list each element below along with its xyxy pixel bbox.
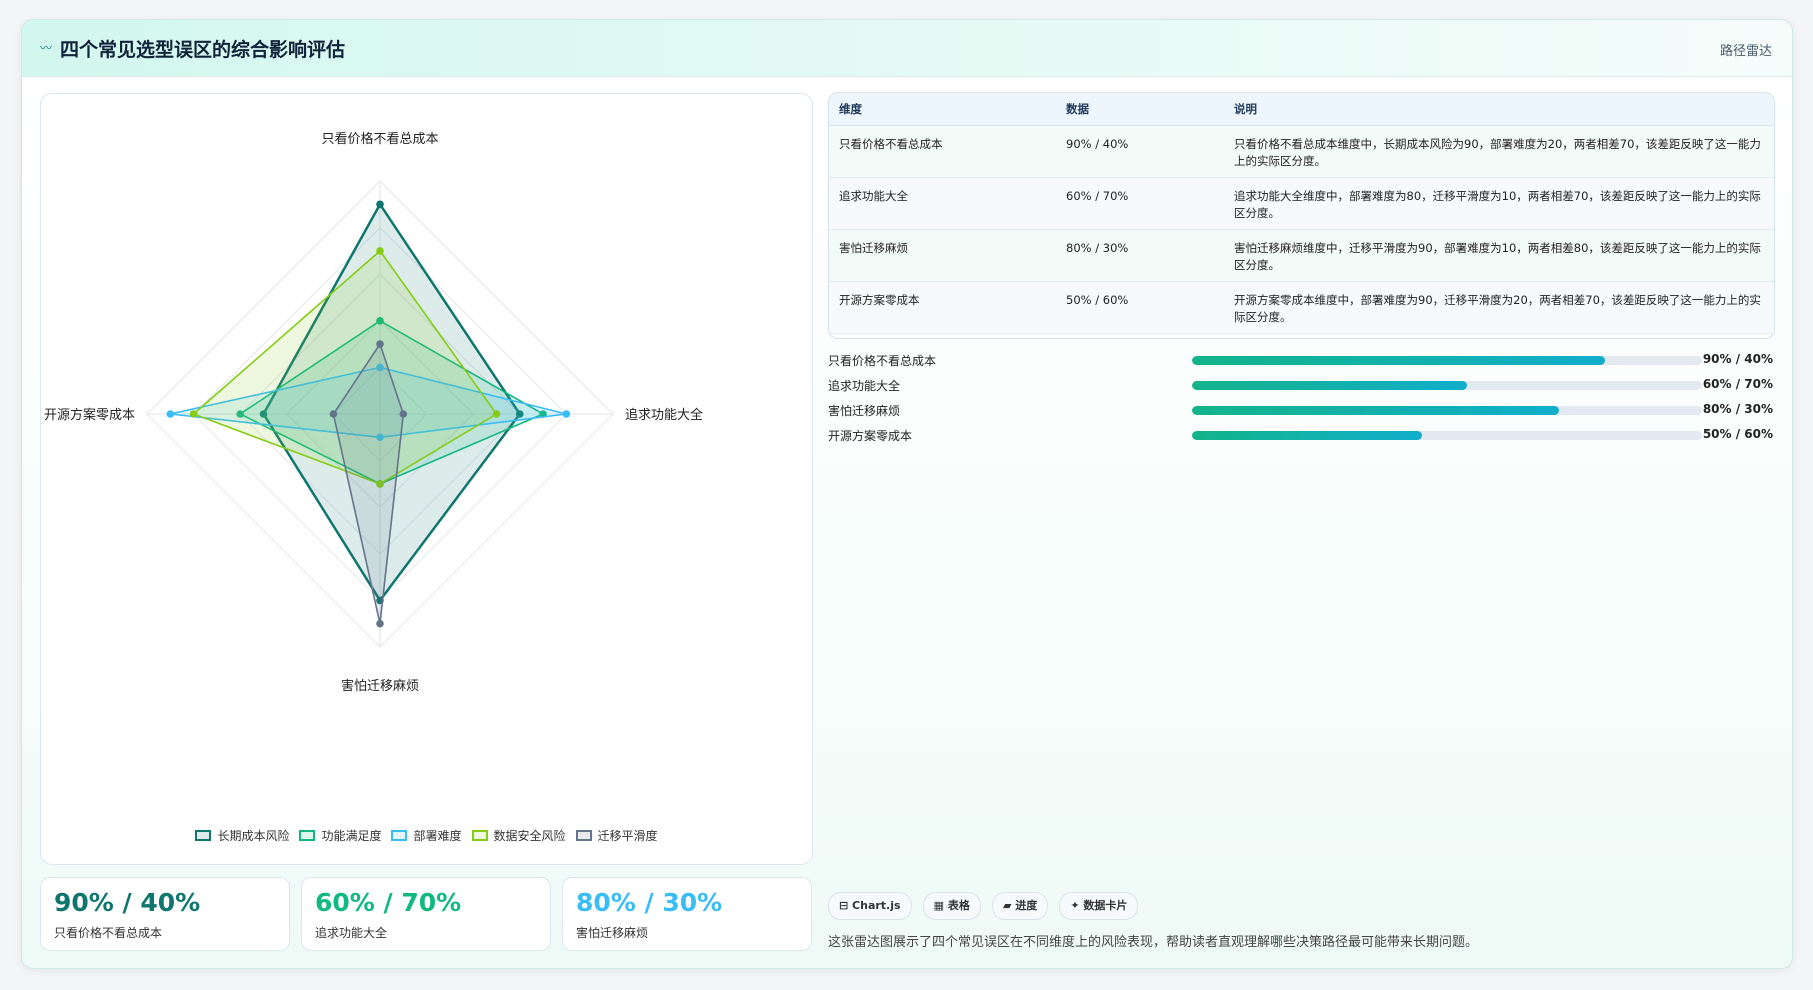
progress-label: 开源方案零成本	[828, 429, 913, 443]
data-point	[166, 410, 175, 418]
stat-label: 追求功能大全	[315, 926, 388, 940]
column-header: 说明	[1224, 93, 1774, 126]
data-point	[399, 410, 408, 418]
legend-item[interactable]: 数据安全风险	[471, 827, 566, 844]
cell-dimension: 只看价格不看总成本	[829, 125, 1056, 178]
cell-note: 害怕迁移麻烦维度中，迁移平滑度为90，部署难度为10，两者相差80，该差距反映了…	[1224, 229, 1774, 282]
radar-chart: 只看价格不看总成本追求功能大全害怕迁移麻烦 开源方案零成本	[44, 131, 703, 694]
header-tag: 路径雷达	[1719, 44, 1772, 59]
progress-list: 只看价格不看总成本 90% / 40% 追求功能大全 60% / 70% 害怕迁…	[828, 349, 1773, 449]
progress-value: 60% / 70%	[1702, 377, 1773, 391]
progress-track	[1192, 406, 1702, 415]
cell-dimension: 追求功能大全	[829, 177, 1056, 230]
axis-label: 只看价格不看总成本	[321, 131, 438, 147]
tech-chips: ⊟ Chart.js ▦ 表格 ▰ 进度 ✦ 数据卡片	[828, 892, 1144, 920]
data-point	[492, 410, 501, 418]
cell-note: 追求功能大全维度中，部署难度为80，迁移平滑度为10，两者相差70，该差距反映了…	[1224, 177, 1774, 230]
progress-row: 开源方案零成本 50% / 60%	[828, 424, 1773, 449]
progress-row: 害怕迁移麻烦 80% / 30%	[828, 399, 1773, 424]
chart-legend: 长期成本风险 功能满足度 部署难度 数据安全风险 迁移平滑度	[41, 827, 812, 844]
legend-swatch	[299, 830, 316, 841]
legend-item[interactable]: 部署难度	[391, 827, 462, 844]
legend-item[interactable]: 迁移平滑度	[575, 827, 658, 844]
cell-data: 50% / 60%	[1056, 281, 1224, 334]
progress-value: 50% / 60%	[1702, 427, 1773, 441]
legend-swatch	[471, 830, 488, 841]
cell-dimension: 开源方案零成本	[829, 281, 1056, 334]
wave-icon: 〰	[40, 41, 53, 55]
column-header: 维度	[829, 93, 1056, 126]
stat-label: 只看价格不看总成本	[54, 926, 163, 940]
chip-data-card[interactable]: ✦ 数据卡片	[1059, 892, 1139, 920]
table-row: 开源方案零成本 50% / 60% 开源方案零成本维度中，部署难度为90，迁移平…	[829, 281, 1774, 334]
legend-label: 长期成本风险	[217, 829, 290, 843]
legend-swatch	[195, 830, 212, 841]
progress-value: 80% / 30%	[1702, 402, 1773, 416]
data-table: 维度 数据 说明 只看价格不看总成本 90% / 40% 只看价格不看总成本维度…	[828, 92, 1775, 339]
progress-track	[1192, 381, 1702, 390]
data-point	[376, 619, 384, 628]
cell-note: 开源方案零成本维度中，部署难度为90，迁移平滑度为20，两者相差70，该差距反映…	[1224, 281, 1774, 334]
legend-label: 部署难度	[413, 829, 462, 843]
table-row: 害怕迁移麻烦 80% / 30% 害怕迁移麻烦维度中，迁移平滑度为90，部署难度…	[829, 229, 1774, 282]
stat-value: 60% / 70%	[315, 888, 462, 917]
stat-card: 60% / 70% 追求功能大全	[301, 877, 551, 951]
stat-value: 80% / 30%	[576, 888, 723, 917]
card-title: 四个常见选型误区的综合影响评估	[60, 39, 346, 61]
progress-fill	[1192, 381, 1468, 390]
data-point	[562, 410, 571, 418]
progress-track	[1192, 431, 1702, 440]
progress-label: 害怕迁移麻烦	[828, 404, 901, 418]
dashboard-card: 〰 四个常见选型误区的综合影响评估 路径雷达 只看价格不看总成本 追求功能大全 害怕…	[21, 19, 1793, 969]
progress-value: 90% / 40%	[1702, 352, 1773, 366]
progress-fill	[1192, 431, 1422, 440]
cell-dimension: 害怕迁移麻烦	[829, 229, 1056, 282]
table-row: 追求功能大全 60% / 70% 追求功能大全维度中，部署难度为80，迁移平滑度…	[829, 177, 1774, 230]
progress-track	[1192, 356, 1702, 365]
table-row: 只看价格不看总成本 90% / 40% 只看价格不看总成本维度中，长期成本风险为…	[829, 125, 1774, 178]
stat-card: 80% / 30% 害怕迁移麻烦	[562, 877, 812, 951]
data-point	[329, 410, 338, 418]
progress-label: 只看价格不看总成本	[828, 354, 937, 368]
stat-card: 90% / 40% 只看价格不看总成本	[40, 877, 290, 951]
stat-label: 害怕迁移麻烦	[576, 926, 649, 940]
data-point	[189, 410, 198, 418]
progress-row: 只看价格不看总成本 90% / 40%	[828, 349, 1773, 374]
legend-label: 数据安全风险	[493, 829, 566, 843]
axis-label: 害怕迁移麻烦	[341, 678, 419, 694]
chip-progress[interactable]: ▰ 进度	[991, 892, 1049, 920]
data-point	[376, 247, 384, 255]
progress-fill	[1192, 406, 1560, 415]
chip-chartjs[interactable]: ⊟ Chart.js	[828, 892, 912, 920]
progress-fill	[1192, 356, 1606, 365]
cell-note: 只看价格不看总成本维度中，长期成本风险为90，部署难度为20，两者相差70，该差…	[1224, 125, 1774, 178]
column-header: 数据	[1056, 93, 1224, 126]
cell-data: 80% / 30%	[1056, 229, 1224, 282]
legend-label: 迁移平滑度	[597, 829, 658, 843]
stat-value: 90% / 40%	[54, 888, 201, 917]
legend-item[interactable]: 长期成本风险	[195, 827, 289, 844]
data-point	[376, 200, 384, 209]
legend-item[interactable]: 功能满足度	[299, 827, 381, 844]
radar-chart-panel: 只看价格不看总成本追求功能大全害怕迁移麻烦 开源方案零成本 长期成本风险 功能满足度…	[40, 93, 813, 865]
legend-swatch	[391, 830, 408, 841]
progress-label: 追求功能大全	[828, 379, 901, 393]
data-point	[376, 340, 384, 348]
table-header-row: 维度 数据 说明	[829, 93, 1774, 126]
cell-data: 90% / 40%	[1056, 125, 1224, 178]
legend-label: 功能满足度	[321, 829, 382, 843]
axis-label: 追求功能大全	[625, 407, 703, 423]
axis-label: 开源方案零成本	[44, 407, 135, 423]
progress-row: 追求功能大全 60% / 70%	[828, 374, 1773, 399]
cell-data: 60% / 70%	[1056, 177, 1224, 230]
legend-swatch	[575, 830, 592, 841]
chart-description: 这张雷达图展示了四个常见误区在不同维度上的风险表现，帮助读者直观理解哪些决策路径…	[828, 935, 1479, 950]
chip-table[interactable]: ▦ 表格	[922, 892, 981, 920]
card-header: 〰 四个常见选型误区的综合影响评估 路径雷达	[22, 20, 1792, 77]
